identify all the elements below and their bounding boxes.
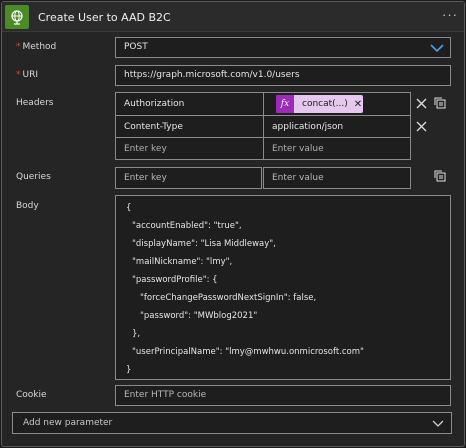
token-label: concat(...) <box>302 99 348 109</box>
header-key-input[interactable]: Enter key <box>116 138 263 160</box>
queries-label: Queries <box>16 172 51 182</box>
delete-header-icon[interactable] <box>414 119 428 133</box>
header-key-authorization[interactable]: Authorization <box>116 93 263 115</box>
cookie-label: Cookie <box>16 390 47 400</box>
method-label-text: Method <box>22 42 57 52</box>
delete-header-icon[interactable] <box>414 96 428 110</box>
body-line: "displayName": "Lisa Middleway", <box>132 239 276 249</box>
query-key-input[interactable]: Enter key <box>115 167 262 189</box>
body-line: "passwordProfile": { <box>132 275 218 285</box>
header-key-content-type[interactable]: Content-Type <box>116 116 263 138</box>
cookie-input[interactable]: Enter HTTP cookie <box>115 385 451 406</box>
header-value-input[interactable]: Enter value <box>264 138 410 160</box>
body-label: Body <box>16 201 39 211</box>
body-line: "accountEnabled": "true", <box>132 221 242 231</box>
body-line: }, <box>132 329 141 339</box>
uri-input[interactable]: https://graph.microsoft.com/v1.0/users <box>115 65 451 86</box>
switch-to-text-mode-icon[interactable] <box>433 96 447 110</box>
required-mark: * <box>16 42 21 52</box>
card-title[interactable]: Create User to AAD B2C <box>38 11 171 24</box>
body-line: "password": "MWblog2021" <box>140 311 258 321</box>
header-value-content-type[interactable]: application/json <box>264 116 410 138</box>
action-card: Create User to AAD B2C ··· * Method POST … <box>1 1 465 447</box>
uri-label: * URI <box>16 70 38 80</box>
chevron-down-icon <box>430 44 444 53</box>
method-dropdown[interactable]: POST <box>115 37 451 58</box>
chevron-down-icon <box>432 420 444 427</box>
body-line: "mailNickname": "lmy", <box>132 257 233 267</box>
expression-token[interactable]: fx concat(...) ✕ <box>276 95 363 113</box>
http-globe-icon <box>5 5 29 29</box>
card-header[interactable]: Create User to AAD B2C ··· <box>2 2 464 32</box>
add-parameter-dropdown[interactable]: Add new parameter <box>12 412 452 434</box>
method-value: POST <box>124 42 148 52</box>
body-line: { <box>126 203 132 213</box>
body-line: "forceChangePasswordNextSignIn": false, <box>140 293 317 303</box>
switch-to-text-mode-icon[interactable] <box>433 169 447 183</box>
method-label: * Method <box>16 42 56 52</box>
token-remove-icon[interactable]: ✕ <box>354 99 362 110</box>
body-line: "userPrincipalName": "lmy@mwhwu.onmicros… <box>132 347 364 357</box>
body-line: } <box>126 365 132 375</box>
required-mark: * <box>16 70 21 80</box>
query-value-input[interactable]: Enter value <box>263 167 411 189</box>
uri-label-text: URI <box>22 70 39 80</box>
function-fx-icon: fx <box>276 95 294 113</box>
headers-table: Authorization fx concat(...) ✕ Content-T… <box>115 92 411 160</box>
more-options-icon[interactable]: ··· <box>442 7 458 22</box>
add-parameter-label: Add new parameter <box>23 418 113 428</box>
body-editor[interactable]: { "accountEnabled": "true", "displayName… <box>115 195 451 380</box>
headers-label: Headers <box>16 98 54 108</box>
